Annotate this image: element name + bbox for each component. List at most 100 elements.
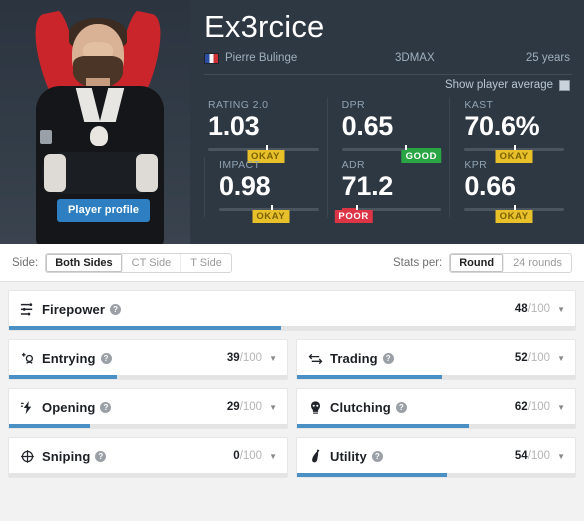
stat-kast: KAST 70.6% OKAY (449, 97, 572, 163)
help-icon[interactable]: ? (382, 352, 394, 364)
side-filter-group[interactable]: Both Sides CT Side T Side (45, 252, 232, 273)
skill-row-trading[interactable]: Trading ? 52/100 ▼ (296, 339, 576, 380)
skill-row-sniping[interactable]: Sniping ? 0/100 ▼ (8, 437, 288, 478)
clutching-icon (307, 399, 323, 415)
help-icon[interactable]: ? (100, 401, 112, 413)
help-icon[interactable]: ? (395, 401, 407, 413)
player-meta-row: Pierre Bulinge 3DMAX 25 years (204, 49, 572, 67)
side-option-both[interactable]: Both Sides (46, 253, 123, 272)
help-icon[interactable]: ? (100, 352, 112, 364)
skill-name: Clutching (330, 399, 391, 415)
skill-name: Trading (330, 350, 378, 366)
skill-row-opening[interactable]: Opening ? 29/100 ▼ (8, 388, 288, 429)
chevron-down-icon[interactable]: ▼ (269, 403, 277, 412)
stat-label: IMPACT (219, 159, 261, 171)
player-team[interactable]: 3DMAX (395, 52, 435, 64)
player-stat-grid: RATING 2.0 1.03 OKAY DPR 0.65 GOOD KAST … (204, 97, 572, 223)
skill-progress-fill (297, 473, 448, 477)
skill-progress-track (9, 473, 287, 477)
chevron-down-icon[interactable]: ▼ (557, 403, 565, 412)
chevron-down-icon[interactable]: ▼ (557, 305, 565, 314)
player-profile-button[interactable]: Player profile (57, 199, 151, 222)
sniping-icon (19, 448, 35, 464)
skill-name: Entrying (42, 350, 96, 366)
skill-name: Sniping (42, 448, 91, 464)
skill-name: Utility (330, 448, 367, 464)
stat-track: POOR (334, 205, 442, 223)
chevron-down-icon[interactable]: ▼ (269, 452, 277, 461)
skill-score-denominator: /100 (239, 352, 263, 364)
stat-value: 70.6% (464, 111, 540, 141)
skill-progress-track (297, 473, 575, 477)
skill-score: 54/100 (515, 450, 550, 462)
skill-score-denominator: /100 (527, 450, 551, 462)
player-nickname: Ex3rcice (204, 9, 325, 44)
help-icon[interactable]: ? (110, 303, 122, 315)
player-photo: Player profile (0, 0, 190, 244)
skill-score: 62/100 (515, 401, 550, 413)
stats-per-label: Stats per: (393, 256, 443, 269)
side-option-ct[interactable]: CT Side (123, 253, 182, 272)
skill-row-clutching[interactable]: Clutching ? 62/100 ▼ (296, 388, 576, 429)
player-hero: Player profile Ex3rcice Pierre Bulinge 3… (0, 0, 584, 244)
stat-track: OKAY (464, 205, 564, 223)
skill-score: 39/100 (227, 352, 262, 364)
show-player-average-checkbox[interactable] (559, 79, 570, 91)
player-real-name: Pierre Bulinge (225, 52, 298, 64)
skill-score: 52/100 (515, 352, 550, 364)
stat-label: DPR (341, 99, 366, 111)
skill-score-value: 52 (514, 352, 528, 364)
firepower-icon (19, 301, 35, 317)
filter-bar: Side: Both Sides CT Side T Side Stats pe… (0, 244, 584, 282)
trading-icon (307, 350, 323, 366)
skill-score: 48/100 (515, 303, 550, 315)
skill-score-value: 48 (514, 303, 528, 315)
stat-label: KAST (464, 99, 494, 111)
skill-progress-track (297, 375, 575, 379)
stat-value: 0.98 (219, 171, 271, 201)
skill-row-utility[interactable]: Utility ? 54/100 ▼ (296, 437, 576, 478)
skill-row-firepower[interactable]: Firepower ? 48/100 ▼ (8, 290, 576, 331)
show-player-average-row[interactable]: Show player average (204, 75, 572, 91)
side-option-t[interactable]: T Side (181, 254, 231, 272)
stat-label: RATING 2.0 (208, 99, 269, 111)
skill-progress-track (9, 326, 575, 330)
skill-breakdown: Firepower ? 48/100 ▼ Entrying ? 39/100 ▼… (0, 282, 584, 486)
side-filter-label: Side: (12, 256, 39, 269)
skill-name: Firepower (42, 301, 106, 317)
skill-progress-fill (9, 424, 90, 428)
stat-badge: OKAY (252, 210, 290, 223)
stat-value: 1.03 (208, 111, 260, 141)
stat-track: OKAY (208, 145, 319, 163)
chevron-down-icon[interactable]: ▼ (557, 354, 565, 363)
help-icon[interactable]: ? (95, 450, 107, 462)
stat-badge: POOR (334, 210, 373, 223)
skill-progress-track (9, 424, 287, 428)
skill-score: 0/100 (233, 450, 262, 462)
chevron-down-icon[interactable]: ▼ (557, 452, 565, 461)
skill-progress-fill (297, 375, 442, 379)
france-flag-icon (204, 52, 219, 64)
chevron-down-icon[interactable]: ▼ (269, 354, 277, 363)
stat-badge: OKAY (495, 210, 533, 223)
stats-per-option-round[interactable]: Round (450, 253, 505, 272)
stats-per-group[interactable]: Round 24 rounds (449, 252, 572, 273)
skill-score-denominator: /100 (527, 352, 551, 364)
skill-score-value: 29 (226, 401, 240, 413)
skill-name: Opening (42, 399, 96, 415)
stat-dpr: DPR 0.65 GOOD (326, 97, 450, 163)
stat-rating: RATING 2.0 1.03 OKAY (204, 97, 327, 163)
skill-progress-fill (9, 326, 281, 330)
stat-track: OKAY (464, 145, 564, 163)
stat-track: OKAY (219, 205, 319, 223)
stats-per-option-rounds[interactable]: 24 rounds (504, 254, 571, 272)
stat-track: GOOD (341, 145, 442, 163)
stat-value: 71.2 (341, 171, 394, 201)
stat-value: 0.65 (341, 111, 394, 141)
skill-progress-fill (297, 424, 470, 428)
skill-row-entrying[interactable]: Entrying ? 39/100 ▼ (8, 339, 288, 380)
help-icon[interactable]: ? (371, 450, 383, 462)
stat-value: 0.66 (464, 171, 516, 201)
stat-label: KPR (464, 159, 488, 171)
skill-progress-track (9, 375, 287, 379)
